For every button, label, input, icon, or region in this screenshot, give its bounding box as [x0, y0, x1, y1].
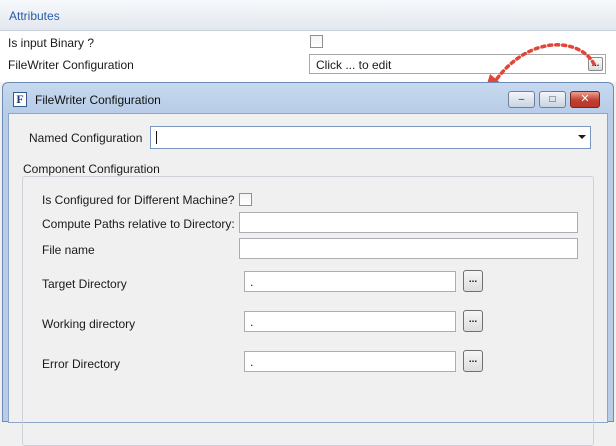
- attributes-title: Attributes: [9, 9, 60, 23]
- named-configuration-combo[interactable]: [150, 126, 591, 149]
- attributes-header[interactable]: Attributes: [0, 0, 616, 31]
- input-binary-label: Is input Binary ?: [8, 36, 95, 50]
- error-directory-value: .: [250, 355, 254, 369]
- working-directory-value: .: [250, 315, 254, 329]
- different-machine-checkbox[interactable]: [239, 193, 252, 206]
- error-directory-label: Error Directory: [42, 357, 121, 371]
- file-name-label: File name: [42, 243, 95, 257]
- input-binary-checkbox[interactable]: [310, 35, 323, 48]
- working-directory-label: Working directory: [42, 317, 136, 331]
- working-directory-input[interactable]: .: [244, 311, 456, 332]
- target-directory-label: Target Directory: [42, 277, 127, 291]
- text-caret: [156, 131, 157, 144]
- filewriter-config-dialog: F FileWriter Configuration – □ ✕ Named C…: [2, 82, 614, 446]
- compute-paths-label: Compute Paths relative to Directory:: [42, 217, 235, 231]
- target-directory-value: .: [250, 275, 254, 289]
- error-directory-input[interactable]: .: [244, 351, 456, 372]
- compute-paths-input[interactable]: [239, 212, 578, 233]
- chevron-down-icon[interactable]: [578, 135, 586, 139]
- file-name-input[interactable]: [239, 238, 578, 259]
- different-machine-label: Is Configured for Different Machine?: [42, 193, 235, 207]
- dialog-titlebar[interactable]: F FileWriter Configuration – □ ✕: [3, 83, 613, 113]
- filewriter-config-label: FileWriter Configuration: [8, 58, 134, 72]
- dialog-client-area: Named Configuration Component Configurat…: [8, 113, 608, 446]
- filewriter-config-value: Click ... to edit: [316, 58, 392, 72]
- close-button[interactable]: ✕: [570, 91, 600, 108]
- working-directory-browse-button[interactable]: ...: [463, 310, 483, 332]
- filewriter-app-icon: F: [13, 92, 27, 107]
- error-directory-browse-button[interactable]: ...: [463, 350, 483, 372]
- target-directory-browse-button[interactable]: ...: [463, 270, 483, 292]
- maximize-button[interactable]: □: [539, 91, 566, 108]
- component-configuration-legend: Component Configuration: [20, 162, 163, 176]
- dialog-title: FileWriter Configuration: [35, 93, 161, 107]
- named-configuration-label: Named Configuration: [29, 131, 143, 145]
- minimize-button[interactable]: –: [508, 91, 535, 108]
- target-directory-input[interactable]: .: [244, 271, 456, 292]
